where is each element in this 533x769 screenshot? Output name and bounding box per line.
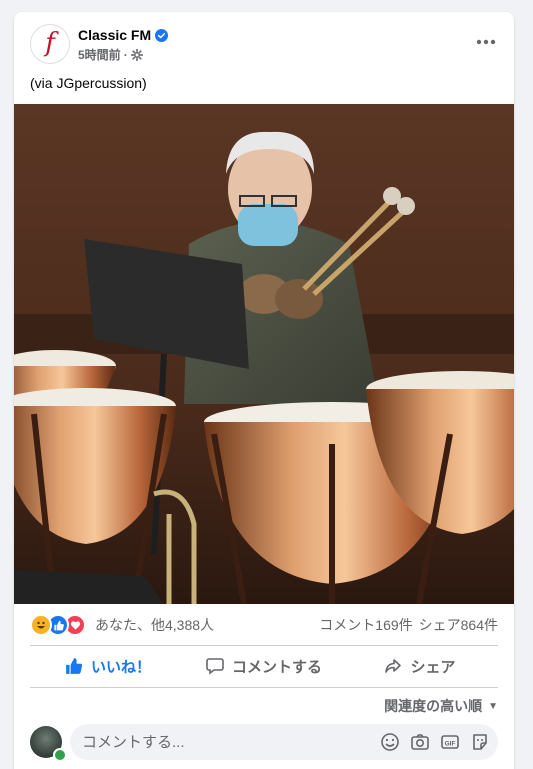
- sticker-icon[interactable]: [470, 732, 490, 752]
- divider-bottom: [30, 687, 498, 688]
- page-name-row: Classic FM: [78, 26, 169, 44]
- sort-label: 関連度の高い順: [384, 698, 483, 714]
- gear-icon[interactable]: [130, 48, 143, 61]
- comment-composer: GIF: [30, 724, 498, 762]
- meta-separator: ·: [123, 47, 128, 62]
- comment-label: コメントする: [231, 658, 322, 676]
- thumbs-up-icon: [66, 658, 83, 674]
- svg-text:GIF: GIF: [445, 740, 456, 747]
- camera-icon[interactable]: [410, 732, 430, 752]
- comment-button[interactable]: コメントする: [186, 648, 342, 684]
- like-label: いいね！: [90, 658, 151, 676]
- reaction-names[interactable]: あなた、他4,388人: [95, 615, 214, 635]
- post-card: f Classic FM 5時間前 · (via JGpercussion) あ…: [14, 12, 514, 769]
- caret-down-icon: ▼: [488, 700, 498, 712]
- verified-badge-icon: [155, 28, 169, 42]
- reaction-icons[interactable]: [30, 614, 86, 636]
- post-caption: (via JGpercussion): [30, 75, 147, 91]
- divider-top: [30, 645, 498, 646]
- post-timestamp[interactable]: 5時間前: [78, 46, 121, 63]
- share-count[interactable]: シェア864件: [419, 615, 498, 635]
- share-label: シェア: [410, 658, 456, 676]
- comment-bubble-icon: [206, 658, 224, 675]
- online-status-dot: [53, 748, 67, 762]
- gif-icon[interactable]: GIF: [440, 732, 460, 752]
- emoji-icon[interactable]: [380, 732, 400, 752]
- share-button[interactable]: シェア: [342, 648, 498, 684]
- more-options-button[interactable]: [470, 30, 502, 54]
- more-horizontal-icon: [476, 39, 496, 45]
- post-photo[interactable]: [14, 104, 514, 604]
- like-button[interactable]: いいね！: [30, 648, 186, 684]
- action-bar: いいね！ コメントする シェア: [30, 648, 498, 684]
- post-header: f Classic FM 5時間前 ·: [14, 12, 514, 72]
- page-logo: f: [45, 28, 55, 58]
- page-avatar[interactable]: f: [30, 24, 70, 64]
- comment-tools: GIF: [380, 732, 490, 752]
- post-meta: 5時間前 ·: [78, 46, 143, 63]
- comment-sort-dropdown[interactable]: 関連度の高い順 ▼: [384, 696, 498, 716]
- share-arrow-icon: [385, 659, 402, 673]
- haha-reaction-icon: [30, 614, 52, 636]
- photo-illustration: [14, 104, 514, 604]
- comment-count[interactable]: コメント169件: [319, 615, 412, 635]
- reactions-summary: あなた、他4,388人 コメント169件 シェア864件: [30, 614, 498, 636]
- engagement-counts: コメント169件 シェア864件: [319, 615, 498, 635]
- page-name-link[interactable]: Classic FM: [78, 27, 151, 43]
